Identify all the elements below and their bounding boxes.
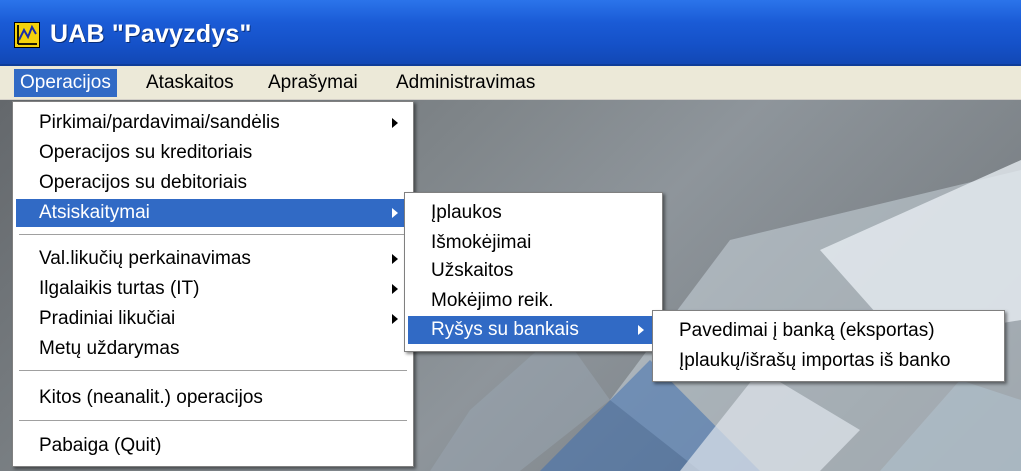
menu-item-pabaiga[interactable]: Pabaiga (Quit): [16, 432, 410, 460]
menu-item-label: Pradiniai likučiai: [39, 308, 176, 329]
menu-item-label: Metų uždarymas: [39, 338, 180, 359]
menu-item-ismokejimai[interactable]: Išmokėjimai: [408, 229, 659, 257]
submenu-arrow-icon: [392, 314, 398, 324]
menu-item-label: Kitos (neanalit.) operacijos: [39, 387, 263, 408]
menu-item-label: Operacijos su debitoriais: [39, 172, 248, 193]
menu-item-iplaukos[interactable]: Įplaukos: [408, 199, 659, 227]
menu-operacijos[interactable]: Operacijos: [14, 69, 117, 97]
menu-item-pradiniai-likuciai[interactable]: Pradiniai likučiai: [16, 305, 410, 333]
operacijos-dropdown: Pirkimai/pardavimai/sandėlis Operacijos …: [12, 101, 414, 467]
menu-item-label: Pavedimai į banką (eksportas): [679, 320, 935, 341]
menu-item-label: Ilgalaikis turtas (IT): [39, 278, 200, 299]
menu-item-ilgalaikis-turtas[interactable]: Ilgalaikis turtas (IT): [16, 275, 410, 303]
menu-item-label: Mokėjimo reik.: [431, 290, 554, 311]
menu-separator: [19, 370, 407, 372]
app-window: UAB "Pavyzdys" Operacijos Ataskaitos Apr…: [0, 0, 1021, 471]
submenu-arrow-icon: [392, 254, 398, 264]
menu-item-kreditoriai[interactable]: Operacijos su kreditoriais: [16, 139, 410, 167]
menu-item-mokejimo-reik[interactable]: Mokėjimo reik.: [408, 287, 659, 315]
window-title: UAB "Pavyzdys": [50, 20, 252, 48]
submenu-arrow-icon: [638, 325, 644, 335]
menu-item-uzskaitos[interactable]: Užskaitos: [408, 257, 659, 285]
bankai-submenu: Pavedimai į banką (eksportas) Įplaukų/iš…: [652, 310, 1005, 382]
menu-ataskaitos[interactable]: Ataskaitos: [140, 69, 240, 97]
menu-item-label: Išmokėjimai: [431, 232, 532, 253]
menu-item-metu-uzdarymas[interactable]: Metų uždarymas: [16, 335, 410, 363]
menu-item-label: Operacijos su kreditoriais: [39, 142, 253, 163]
menu-item-pirkimai[interactable]: Pirkimai/pardavimai/sandėlis: [16, 109, 410, 137]
menu-item-pavedimai-eksportas[interactable]: Pavedimai į banką (eksportas): [656, 317, 1001, 345]
submenu-arrow-icon: [392, 208, 398, 218]
submenu-arrow-icon: [392, 118, 398, 128]
title-bar[interactable]: UAB "Pavyzdys": [0, 0, 1021, 66]
menu-item-label: Įplaukų/išrašų importas iš banko: [679, 350, 951, 371]
menu-item-label: Įplaukos: [431, 202, 502, 223]
menu-item-label: Ryšys su bankais: [431, 319, 579, 340]
chart-app-icon: [14, 22, 40, 48]
menu-item-kitos-operacijos[interactable]: Kitos (neanalit.) operacijos: [16, 384, 410, 412]
menu-item-label: Užskaitos: [431, 260, 514, 281]
menu-item-debitoriai[interactable]: Operacijos su debitoriais: [16, 169, 410, 197]
menu-item-importas-is-banko[interactable]: Įplaukų/išrašų importas iš banko: [656, 347, 1001, 375]
menu-separator: [19, 420, 407, 422]
menu-aprasymai[interactable]: Aprašymai: [262, 69, 364, 97]
submenu-arrow-icon: [392, 284, 398, 294]
menu-item-label: Val.likučių perkainavimas: [39, 248, 251, 269]
menu-item-rysys-su-bankais[interactable]: Ryšys su bankais: [408, 316, 659, 344]
menu-bar: Operacijos Ataskaitos Aprašymai Administ…: [0, 66, 1021, 100]
menu-administravimas[interactable]: Administravimas: [390, 69, 541, 97]
menu-item-label: Pabaiga (Quit): [39, 435, 162, 456]
menu-item-atsiskaitymai[interactable]: Atsiskaitymai: [16, 199, 410, 227]
menu-item-label: Pirkimai/pardavimai/sandėlis: [39, 112, 280, 133]
menu-separator: [19, 234, 407, 236]
menu-item-perkainavimas[interactable]: Val.likučių perkainavimas: [16, 245, 410, 273]
atsiskaitymai-submenu: Įplaukos Išmokėjimai Užskaitos Mokėjimo …: [404, 192, 663, 352]
menu-item-label: Atsiskaitymai: [39, 202, 150, 223]
